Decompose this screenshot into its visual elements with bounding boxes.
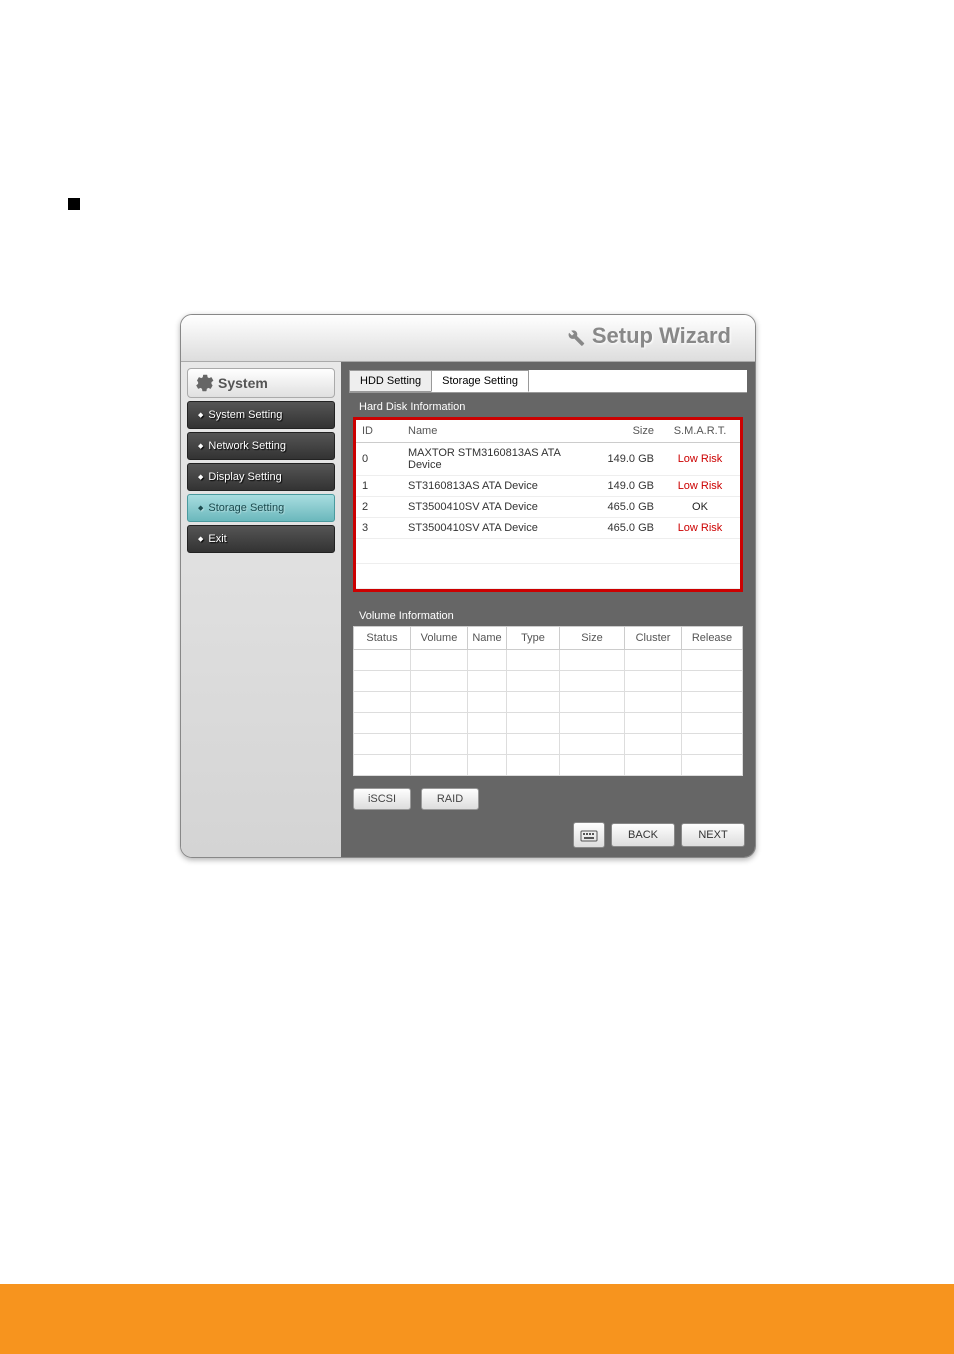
hdd-row[interactable]: 1 ST3160813AS ATA Device 149.0 GB Low Ri… [356, 476, 740, 497]
cell-id: 1 [356, 476, 402, 497]
sidebar-item-network-setting[interactable]: Network Setting [187, 432, 335, 460]
sidebar-item-label: Storage Setting [208, 502, 284, 514]
volume-section-title: Volume Information [349, 592, 747, 626]
iscsi-button[interactable]: iSCSI [353, 788, 411, 810]
col-id: ID [356, 420, 402, 443]
gears-icon [194, 373, 214, 393]
vcol-size: Size [560, 627, 625, 650]
cell-name: MAXTOR STM3160813AS ATA Device [402, 443, 584, 476]
cell-smart: OK [660, 497, 740, 518]
volume-empty-row [354, 671, 743, 692]
cell-smart: Low Risk [660, 518, 740, 539]
sidebar-item-system-setting[interactable]: System Setting [187, 401, 335, 429]
volume-empty-row [354, 734, 743, 755]
cell-size: 465.0 GB [584, 518, 660, 539]
hdd-info-box: ID Name Size S.M.A.R.T. 0 MAXTOR STM3160… [353, 417, 743, 592]
volume-info-box: Status Volume Name Type Size Cluster Rel… [353, 626, 743, 776]
cell-name: ST3160813AS ATA Device [402, 476, 584, 497]
hdd-row[interactable]: 2 ST3500410SV ATA Device 465.0 GB OK [356, 497, 740, 518]
volume-empty-row [354, 713, 743, 734]
vcol-release: Release [682, 627, 743, 650]
dialog-title-container: Setup Wizard [562, 323, 731, 349]
footer-bar [0, 1284, 954, 1354]
vcol-type: Type [507, 627, 560, 650]
hdd-row[interactable]: 3 ST3500410SV ATA Device 465.0 GB Low Ri… [356, 518, 740, 539]
sidebar: System System Setting Network Setting Di… [181, 362, 341, 858]
dialog-body: System System Setting Network Setting Di… [181, 362, 755, 858]
tab-hdd-setting[interactable]: HDD Setting [349, 370, 432, 392]
back-button[interactable]: BACK [611, 823, 675, 847]
volume-empty-row [354, 692, 743, 713]
sidebar-header: System [187, 368, 335, 398]
footer-buttons: BACK NEXT [573, 822, 745, 848]
hdd-row[interactable]: 0 MAXTOR STM3160813AS ATA Device 149.0 G… [356, 443, 740, 476]
hdd-empty-row [356, 539, 740, 564]
vcol-volume: Volume [411, 627, 468, 650]
sidebar-item-label: System Setting [208, 409, 282, 421]
wrench-icon [562, 324, 586, 348]
vcol-status: Status [354, 627, 411, 650]
tabs: HDD Setting Storage Setting [349, 370, 747, 393]
hdd-table: ID Name Size S.M.A.R.T. 0 MAXTOR STM3160… [356, 420, 740, 589]
sidebar-item-storage-setting[interactable]: Storage Setting [187, 494, 335, 522]
sidebar-item-label: Display Setting [208, 471, 281, 483]
button-row: iSCSI RAID [349, 776, 747, 814]
volume-empty-row [354, 650, 743, 671]
volume-table: Status Volume Name Type Size Cluster Rel… [353, 626, 743, 776]
cell-smart: Low Risk [660, 443, 740, 476]
next-button[interactable]: NEXT [681, 823, 745, 847]
col-name: Name [402, 420, 584, 443]
sidebar-item-label: Exit [208, 533, 226, 545]
cell-id: 2 [356, 497, 402, 518]
col-smart: S.M.A.R.T. [660, 420, 740, 443]
bullet-square [68, 198, 80, 210]
storage-panel: Hard Disk Information ID Name Size S.M.A… [349, 393, 747, 814]
cell-name: ST3500410SV ATA Device [402, 518, 584, 539]
sidebar-item-display-setting[interactable]: Display Setting [187, 463, 335, 491]
vcol-name: Name [468, 627, 507, 650]
dialog-title: Setup Wizard [592, 323, 731, 349]
cell-smart: Low Risk [660, 476, 740, 497]
col-size: Size [584, 420, 660, 443]
setup-wizard-dialog: Setup Wizard System System Setting Netwo… [180, 314, 756, 858]
raid-button[interactable]: RAID [421, 788, 479, 810]
sidebar-item-exit[interactable]: Exit [187, 525, 335, 553]
cell-name: ST3500410SV ATA Device [402, 497, 584, 518]
main-panel: HDD Setting Storage Setting Hard Disk In… [341, 362, 755, 858]
cell-id: 0 [356, 443, 402, 476]
sidebar-header-label: System [218, 375, 268, 391]
volume-empty-row [354, 755, 743, 776]
keyboard-button[interactable] [573, 822, 605, 848]
tab-storage-setting[interactable]: Storage Setting [431, 370, 529, 392]
vcol-cluster: Cluster [625, 627, 682, 650]
cell-size: 465.0 GB [584, 497, 660, 518]
keyboard-icon [580, 828, 598, 842]
cell-size: 149.0 GB [584, 476, 660, 497]
cell-size: 149.0 GB [584, 443, 660, 476]
hdd-section-title: Hard Disk Information [349, 393, 747, 417]
dialog-header: Setup Wizard [181, 315, 755, 362]
cell-id: 3 [356, 518, 402, 539]
sidebar-item-label: Network Setting [208, 440, 286, 452]
hdd-empty-row [356, 564, 740, 589]
